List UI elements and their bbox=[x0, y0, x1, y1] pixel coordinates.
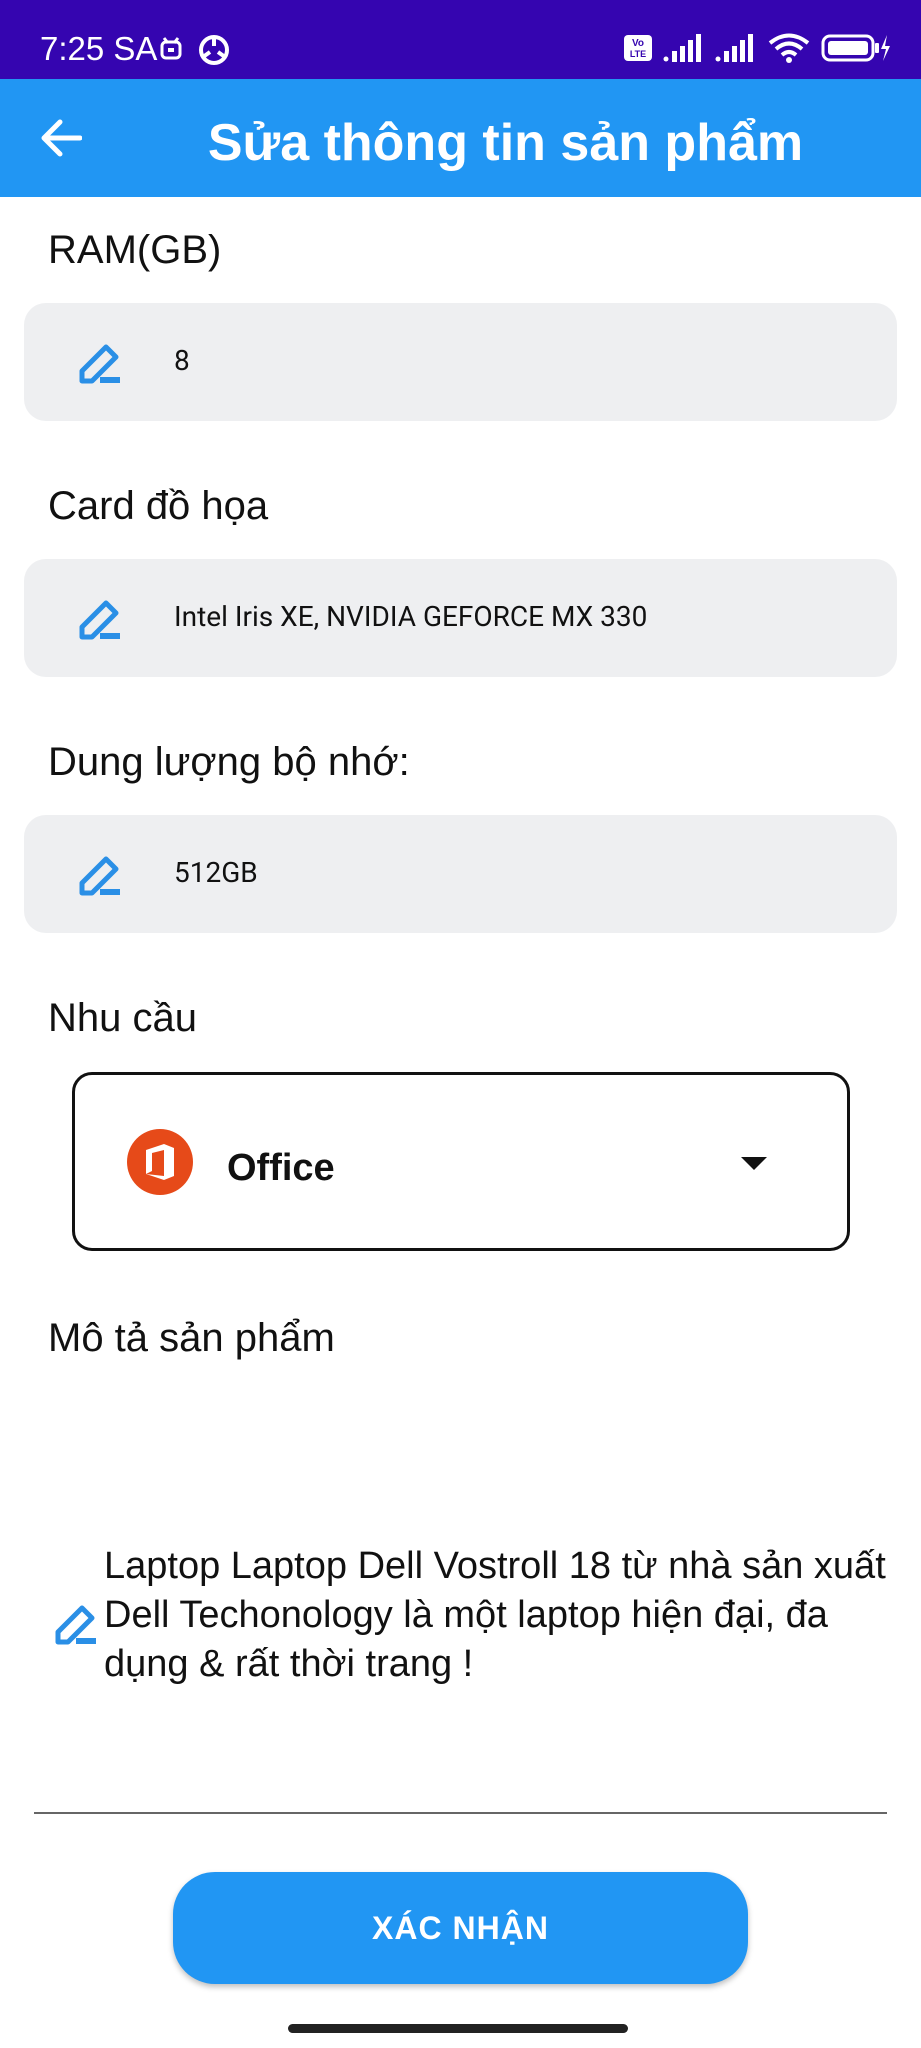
svg-text:Vo: Vo bbox=[632, 38, 644, 49]
confirm-button[interactable]: XÁC NHẬN bbox=[173, 1872, 748, 1984]
need-selected-value: Office bbox=[227, 1147, 335, 1189]
signal-icon-sim2 bbox=[715, 34, 753, 62]
storage-field[interactable]: 512GB bbox=[24, 815, 897, 933]
graphics-card-input[interactable]: Intel Iris XE, NVIDIA GEFORCE MX 330 bbox=[174, 600, 854, 633]
back-arrow-icon bbox=[41, 119, 82, 157]
description-input[interactable]: Laptop Laptop Dell Vostroll 18 từ nhà sả… bbox=[104, 1542, 894, 1689]
edit-pencil-icon bbox=[79, 856, 120, 896]
description-label: Mô tả sản phẩm bbox=[48, 1316, 335, 1360]
wifi-icon bbox=[768, 33, 810, 63]
need-dropdown[interactable]: Office bbox=[72, 1072, 850, 1251]
ram-label: RAM(GB) bbox=[48, 228, 222, 272]
svg-text:LTE: LTE bbox=[630, 49, 646, 59]
ram-field[interactable]: 8 bbox=[24, 303, 897, 421]
description-underline bbox=[34, 1812, 887, 1814]
caret-down-icon bbox=[741, 1157, 767, 1170]
office-logo-icon bbox=[127, 1129, 193, 1195]
graphics-card-field[interactable]: Intel Iris XE, NVIDIA GEFORCE MX 330 bbox=[24, 559, 897, 677]
signal-icon-sim1 bbox=[663, 34, 701, 62]
sync-icon bbox=[199, 35, 229, 65]
need-label: Nhu cầu bbox=[48, 996, 197, 1040]
graphics-card-label: Card đồ họa bbox=[48, 484, 269, 528]
edit-pencil-icon bbox=[55, 1605, 96, 1645]
home-indicator[interactable] bbox=[288, 2024, 628, 2033]
notification-app-icon bbox=[160, 37, 182, 60]
back-button[interactable] bbox=[28, 105, 94, 171]
edit-pencil-icon bbox=[79, 600, 120, 640]
status-system-icons: Vo LTE bbox=[623, 32, 891, 64]
volte-icon: Vo LTE bbox=[624, 35, 652, 61]
status-notification-icons bbox=[158, 34, 230, 66]
storage-label: Dung lượng bộ nhớ: bbox=[48, 740, 410, 784]
storage-input[interactable]: 512GB bbox=[174, 856, 854, 889]
status-time: 7:25 SA bbox=[40, 30, 158, 67]
edit-pencil-icon bbox=[79, 344, 120, 384]
description-field[interactable]: Laptop Laptop Dell Vostroll 18 từ nhà sả… bbox=[24, 1520, 897, 1810]
battery-charging-icon bbox=[821, 34, 890, 62]
page-title: Sửa thông tin sản phẩm bbox=[207, 114, 804, 172]
app-bar: Sửa thông tin sản phẩm bbox=[0, 79, 921, 197]
status-bar: 7:25 SA Vo LTE bbox=[0, 0, 921, 79]
ram-input[interactable]: 8 bbox=[174, 344, 854, 377]
